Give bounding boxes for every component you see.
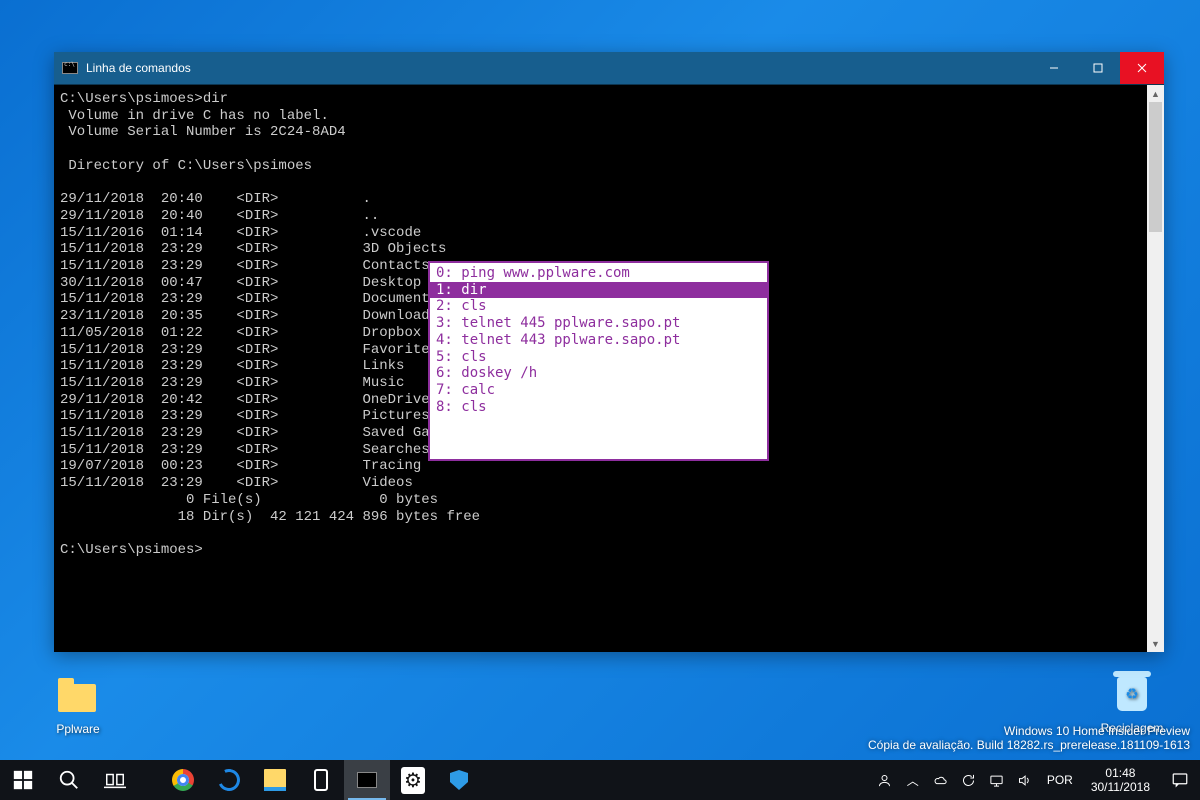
edge-icon: [215, 766, 243, 794]
taskbar-settings[interactable]: [390, 760, 436, 800]
tray-onedrive-icon[interactable]: [927, 760, 955, 800]
history-item[interactable]: 6: doskey /h: [430, 365, 767, 382]
watermark-line2: Cópia de avaliação. Build 18282.rs_prere…: [868, 738, 1190, 752]
folder-icon: [58, 684, 96, 712]
scroll-thumb[interactable]: [1149, 102, 1162, 232]
scroll-track[interactable]: [1147, 102, 1164, 635]
cmd-task-icon: [357, 772, 377, 788]
history-item[interactable]: 3: telnet 445 pplware.sapo.pt: [430, 315, 767, 332]
history-item[interactable]: 2: cls: [430, 298, 767, 315]
taskbar-your-phone[interactable]: [298, 760, 344, 800]
task-view-button[interactable]: [92, 760, 138, 800]
window-title: Linha de comandos: [86, 61, 191, 75]
close-button[interactable]: [1120, 52, 1164, 84]
taskbar-cmd[interactable]: [344, 760, 390, 800]
history-item[interactable]: 4: telnet 443 pplware.sapo.pt: [430, 332, 767, 349]
chrome-icon: [172, 769, 194, 791]
tray-network-icon[interactable]: [983, 760, 1011, 800]
windows-watermark: Windows 10 Home Insider Preview Cópia de…: [868, 724, 1190, 752]
action-center-button[interactable]: [1160, 771, 1200, 789]
scroll-up-button[interactable]: ▲: [1147, 85, 1164, 102]
desktop-folder-label: Pplware: [40, 722, 116, 736]
tray-update-icon[interactable]: [955, 760, 983, 800]
taskbar: ︿ POR 01:48 30/11/2018: [0, 760, 1200, 800]
scroll-down-button[interactable]: ▼: [1147, 635, 1164, 652]
gear-icon: [401, 767, 425, 794]
file-explorer-icon: [264, 769, 286, 791]
language-indicator[interactable]: POR: [1039, 760, 1081, 800]
shield-icon: [450, 770, 468, 790]
minimize-button[interactable]: [1032, 52, 1076, 84]
taskbar-edge[interactable]: [206, 760, 252, 800]
history-item[interactable]: 1: dir: [430, 282, 767, 299]
taskbar-file-explorer[interactable]: [252, 760, 298, 800]
history-item[interactable]: 7: calc: [430, 382, 767, 399]
tray-overflow-button[interactable]: ︿: [899, 760, 927, 800]
history-item[interactable]: 8: cls: [430, 399, 767, 416]
taskbar-security[interactable]: [436, 760, 482, 800]
taskbar-clock[interactable]: 01:48 30/11/2018: [1081, 760, 1160, 800]
titlebar[interactable]: Linha de comandos: [54, 52, 1164, 84]
tray-people-icon[interactable]: [871, 760, 899, 800]
clock-time: 01:48: [1105, 766, 1135, 780]
command-history-popup[interactable]: 0: ping www.pplware.com1: dir2: cls3: te…: [428, 261, 769, 461]
maximize-button[interactable]: [1076, 52, 1120, 84]
vertical-scrollbar[interactable]: ▲ ▼: [1147, 85, 1164, 652]
cmd-icon: [62, 62, 78, 74]
desktop-folder-pplware[interactable]: Pplware: [40, 678, 116, 736]
start-button[interactable]: [0, 760, 46, 800]
phone-icon: [314, 769, 328, 791]
clock-date: 30/11/2018: [1091, 780, 1150, 794]
search-button[interactable]: [46, 760, 92, 800]
taskbar-chrome[interactable]: [160, 760, 206, 800]
watermark-line1: Windows 10 Home Insider Preview: [868, 724, 1190, 738]
recycle-icon: [1117, 677, 1147, 711]
history-item[interactable]: 5: cls: [430, 349, 767, 366]
tray-volume-icon[interactable]: [1011, 760, 1039, 800]
history-item[interactable]: 0: ping www.pplware.com: [430, 265, 767, 282]
